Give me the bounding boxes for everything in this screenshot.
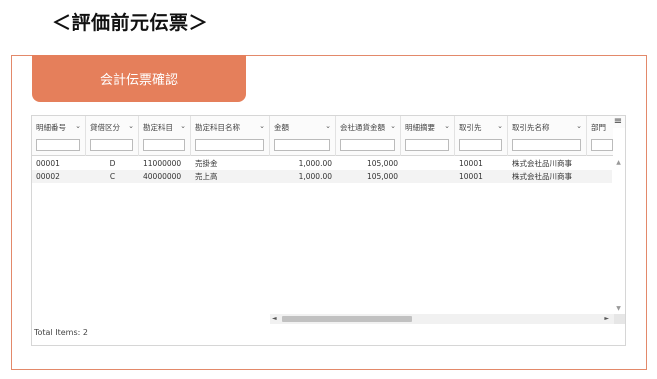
column-label: 明細番号 [36,123,66,132]
sort-chevron-icon[interactable]: ⌄ [576,122,582,130]
cell-account-name: 売掛金 [195,159,218,168]
scrollbar-corner [614,314,625,324]
filter-input-department[interactable] [591,139,613,151]
cell-account-code: 11000000 [143,159,182,168]
sort-chevron-icon[interactable]: ⌄ [259,122,265,130]
table-row[interactable]: 00001 D 11000000 売掛金 1,000.00 105,000 10… [32,157,613,170]
sort-chevron-icon[interactable]: ⌄ [497,122,503,130]
column-label: 明細摘要 [405,123,435,132]
column-label: 金額 [274,123,289,132]
cell-line-no: 00002 [36,172,60,181]
column-label: 取引先 [459,123,482,132]
cell-account-code: 40000000 [143,172,182,181]
cell-company-currency-amount: 105,000 [366,172,398,181]
scrollbar-thumb[interactable] [282,316,412,322]
column-label: 勘定科目名称 [195,123,240,132]
grid-menu-icon[interactable]: ≡ [611,116,625,128]
voucher-grid: 明細番号 ⌄ 貸借区分 ⌄ 勘定科目 ⌄ 勘定科目名称 ⌄ 金額 ⌄ 会社通貨金… [31,115,626,346]
scroll-down-icon[interactable]: ▼ [612,305,625,312]
horizontal-scrollbar[interactable]: ◄ ► [270,314,625,324]
column-header-account-name[interactable]: 勘定科目名称 ⌄ [191,116,270,156]
column-label: 取引先名称 [512,123,550,132]
column-label: 貸借区分 [90,123,120,132]
filter-input-line-no[interactable] [36,139,80,151]
cell-amount: 1,000.00 [298,159,332,168]
column-header-business-partner[interactable]: 取引先 ⌄ [455,116,508,156]
cell-account-name: 売上高 [195,172,218,181]
scroll-left-icon[interactable]: ◄ [272,314,277,324]
cell-company-currency-amount: 105,000 [366,159,398,168]
cell-debit-credit: C [109,172,116,181]
table-row[interactable]: 00002 C 40000000 売上高 1,000.00 105,000 10… [32,170,613,183]
cell-line-memo [405,157,453,170]
column-label: 勘定科目 [143,123,173,132]
column-header-department[interactable]: 部門 [587,116,613,156]
cell-business-partner: 10001 [459,172,483,181]
page-title: ＜評価前元伝票＞ [52,12,209,34]
vertical-scrollbar[interactable]: ▲ ▼ [612,156,625,314]
cell-business-partner-name: 株式会社品川商事 [512,159,572,168]
cell-debit-credit: D [109,159,116,168]
column-label: 会社通貨金額 [340,123,385,132]
filter-input-amount[interactable] [274,139,330,151]
cell-line-no: 00001 [36,159,60,168]
total-items-label: Total Items: 2 [34,328,88,337]
column-header-debit-credit[interactable]: 貸借区分 ⌄ [86,116,139,156]
sort-chevron-icon[interactable]: ⌄ [180,122,186,130]
column-header-amount[interactable]: 金額 ⌄ [270,116,336,156]
filter-input-business-partner[interactable] [459,139,502,151]
tab-accounting-voucher-confirm[interactable]: 会計伝票確認 [32,55,246,102]
scroll-up-icon[interactable]: ▲ [612,159,625,166]
cell-amount: 1,000.00 [298,172,332,181]
column-header-account-code[interactable]: 勘定科目 ⌄ [139,116,191,156]
filter-input-business-partner-name[interactable] [512,139,581,151]
filter-input-company-currency-amount[interactable] [340,139,395,151]
sort-chevron-icon[interactable]: ⌄ [444,122,450,130]
sort-chevron-icon[interactable]: ⌄ [128,122,134,130]
column-header-company-currency-amount[interactable]: 会社通貨金額 ⌄ [336,116,401,156]
sort-chevron-icon[interactable]: ⌄ [390,122,396,130]
filter-input-debit-credit[interactable] [90,139,133,151]
filter-input-line-memo[interactable] [405,139,449,151]
sort-chevron-icon[interactable]: ⌄ [75,122,81,130]
filter-input-account-name[interactable] [195,139,264,151]
tab-label: 会計伝票確認 [99,73,178,88]
column-header-line-no[interactable]: 明細番号 ⌄ [32,116,86,156]
column-header-business-partner-name[interactable]: 取引先名称 ⌄ [508,116,587,156]
sort-chevron-icon[interactable]: ⌄ [325,122,331,130]
column-header-line-memo[interactable]: 明細摘要 ⌄ [401,116,455,156]
column-label: 部門 [591,123,606,132]
filter-input-account-code[interactable] [143,139,185,151]
scroll-right-icon[interactable]: ► [604,314,609,324]
cell-business-partner-name: 株式会社品川商事 [512,172,572,181]
cell-line-memo [405,170,453,183]
grid-header: 明細番号 ⌄ 貸借区分 ⌄ 勘定科目 ⌄ 勘定科目名称 ⌄ 金額 ⌄ 会社通貨金… [32,116,613,156]
cell-business-partner: 10001 [459,159,483,168]
